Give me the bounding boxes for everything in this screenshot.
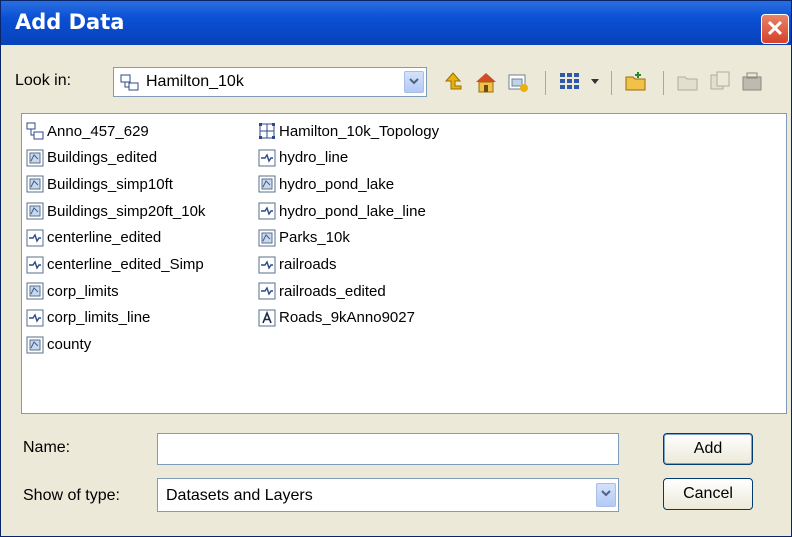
look-in-label: Look in: bbox=[15, 72, 72, 89]
line-featureclass-icon bbox=[258, 256, 276, 274]
geodatabase-icon bbox=[26, 122, 44, 140]
file-list-item[interactable]: Anno_457_629 bbox=[26, 120, 149, 142]
file-list-item-label: Anno_457_629 bbox=[47, 122, 149, 140]
file-list-item[interactable]: county bbox=[26, 334, 91, 356]
line-featureclass-icon bbox=[258, 282, 276, 300]
file-list-item-label: Hamilton_10k_Topology bbox=[279, 122, 440, 140]
chevron-down-icon bbox=[601, 490, 611, 497]
toolbox-icon[interactable] bbox=[739, 69, 765, 95]
line-featureclass-icon bbox=[26, 309, 44, 327]
look-in-dropdown-button[interactable] bbox=[404, 71, 424, 93]
file-list-item[interactable]: railroads_edited bbox=[258, 280, 386, 302]
toolbar-separator bbox=[611, 71, 612, 95]
line-featureclass-icon bbox=[258, 202, 276, 220]
file-list-item-label: county bbox=[47, 336, 92, 354]
close-button[interactable]: ✕ bbox=[761, 14, 789, 44]
close-icon: ✕ bbox=[765, 16, 785, 41]
file-list-item[interactable]: Buildings_simp20ft_10k bbox=[26, 200, 205, 222]
file-list-item-label: centerline_edited bbox=[47, 229, 162, 247]
file-list-item-label: hydro_pond_lake bbox=[279, 175, 395, 193]
add-button[interactable]: Add bbox=[663, 433, 753, 465]
file-list-item-label: Parks_10k bbox=[279, 229, 350, 247]
file-list-item-label: corp_limits bbox=[47, 282, 119, 300]
file-list-item-label: Buildings_simp20ft_10k bbox=[47, 202, 206, 220]
file-list-item-label: railroads_edited bbox=[279, 282, 386, 300]
polygon-featureclass-icon bbox=[26, 282, 44, 300]
file-list-item-label: railroads bbox=[279, 256, 337, 273]
file-list-item-label: Buildings_edited bbox=[47, 149, 158, 167]
annotation-icon bbox=[258, 309, 276, 327]
file-list-item[interactable]: hydro_line bbox=[258, 147, 348, 169]
connect-folder-icon[interactable] bbox=[505, 69, 531, 95]
home-icon[interactable] bbox=[473, 69, 499, 95]
show-of-type-label: Show of type: bbox=[23, 487, 120, 504]
polygon-featureclass-icon bbox=[258, 175, 276, 193]
file-list-item[interactable]: Roads_9kAnno9027 bbox=[258, 307, 415, 329]
file-list-item[interactable]: Hamilton_10k_Topology bbox=[258, 120, 439, 142]
show-of-type-value: Datasets and Layers bbox=[166, 487, 313, 504]
name-label: Name: bbox=[23, 439, 71, 456]
file-list-item[interactable]: hydro_pond_lake_line bbox=[258, 200, 426, 222]
disconnect-folder-icon[interactable] bbox=[675, 69, 701, 95]
geodatabase-icon bbox=[120, 74, 139, 91]
topology-icon bbox=[258, 122, 276, 140]
polygon-featureclass-icon bbox=[258, 229, 276, 247]
file-list-item[interactable]: corp_limits bbox=[26, 280, 119, 302]
file-list-item-label: Buildings_simp10ft bbox=[47, 175, 173, 193]
file-list-item-label: Roads_9kAnno9027 bbox=[279, 309, 415, 327]
file-list[interactable]: Anno_457_629 Buildings_edited Buildings_si… bbox=[21, 113, 787, 414]
look-in-dropdown[interactable]: Hamilton_10k bbox=[113, 67, 427, 97]
show-of-type-dropdown-button[interactable] bbox=[596, 483, 616, 507]
polygon-featureclass-icon bbox=[26, 175, 44, 193]
toolbar-separator bbox=[663, 71, 664, 95]
dialog-title: Add Data bbox=[15, 10, 125, 34]
new-folder-icon[interactable] bbox=[623, 69, 649, 95]
file-list-item-label: hydro_pond_lake_line bbox=[279, 202, 426, 220]
file-list-item[interactable]: Buildings_edited bbox=[26, 147, 157, 169]
file-list-item[interactable]: railroads bbox=[258, 254, 337, 276]
file-list-item-label: hydro_line bbox=[279, 149, 349, 167]
title-bar[interactable]: Add Data ✕ bbox=[1, 1, 791, 45]
file-list-item[interactable]: centerline_edited bbox=[26, 227, 161, 249]
add-data-dialog: Add Data ✕ Look in: Hamilton_10k Anno_45… bbox=[0, 0, 792, 537]
chevron-down-icon bbox=[409, 78, 419, 85]
toolbar-separator bbox=[545, 71, 546, 95]
polygon-featureclass-icon bbox=[26, 149, 44, 167]
file-list-item-label: corp_limits_line bbox=[47, 309, 151, 327]
file-list-item-label: centerline_edited_Simp bbox=[47, 256, 204, 273]
view-dropdown-icon[interactable] bbox=[591, 79, 599, 85]
show-of-type-dropdown[interactable]: Datasets and Layers bbox=[157, 478, 619, 512]
polygon-featureclass-icon bbox=[26, 336, 44, 354]
file-list-item[interactable]: corp_limits_line bbox=[26, 307, 150, 329]
look-in-value: Hamilton_10k bbox=[146, 73, 244, 90]
name-input[interactable] bbox=[157, 433, 619, 465]
file-list-item[interactable]: Parks_10k bbox=[258, 227, 350, 249]
polygon-featureclass-icon bbox=[26, 202, 44, 220]
cancel-button[interactable]: Cancel bbox=[663, 478, 753, 510]
view-menu-icon[interactable] bbox=[557, 69, 583, 95]
line-featureclass-icon bbox=[26, 256, 44, 274]
file-list-item[interactable]: Buildings_simp10ft bbox=[26, 173, 173, 195]
file-list-item[interactable]: hydro_pond_lake bbox=[258, 173, 394, 195]
file-list-item[interactable]: centerline_edited_Simp bbox=[26, 254, 204, 276]
copy-icon[interactable] bbox=[707, 69, 733, 95]
up-one-level-icon[interactable] bbox=[441, 69, 467, 95]
line-featureclass-icon bbox=[26, 229, 44, 247]
line-featureclass-icon bbox=[258, 149, 276, 167]
